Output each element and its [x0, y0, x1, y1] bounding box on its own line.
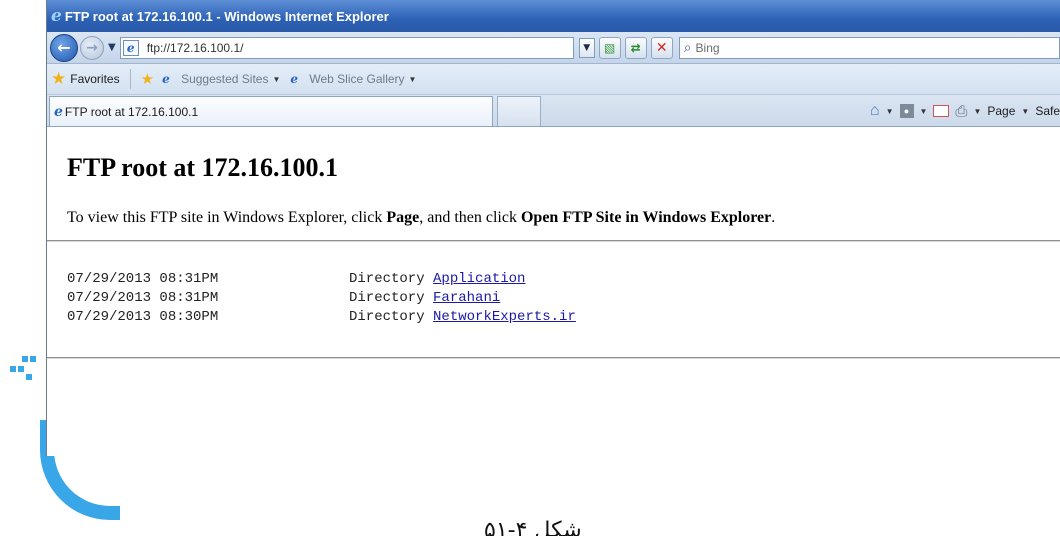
directory-link-networkexperts[interactable]: NetworkExperts.ir — [433, 308, 576, 327]
new-tab-button[interactable] — [497, 96, 541, 126]
address-dropdown-button[interactable]: ▼ — [578, 37, 595, 58]
list-item: 07/29/2013 08:31PM Directory Farahani — [67, 289, 1060, 308]
recent-pages-dropdown[interactable]: ▼ — [108, 42, 116, 53]
entry-timestamp: 07/29/2013 08:31PM — [67, 271, 219, 287]
home-icon[interactable]: ⌂ — [870, 102, 880, 120]
decorative-dots — [0, 352, 36, 402]
compatibility-view-button[interactable]: ▧ — [598, 36, 621, 59]
tab-ftp-root[interactable]: e FTP root at 172.16.100.1 — [49, 96, 493, 126]
back-button[interactable]: ← — [50, 33, 78, 62]
entry-type: Directory — [349, 271, 425, 287]
chevron-down-icon[interactable]: ▼ — [886, 107, 894, 116]
window-title: FTP root at 172.16.100.1 - Windows Inter… — [64, 8, 389, 24]
forward-button[interactable]: → — [80, 35, 104, 60]
instruction-bold-open-ftp: Open FTP Site in Windows Explorer — [520, 209, 772, 226]
command-bar: ⌂ ▼ ● ▼ ⎙ ▼ Page ▼ Safe — [870, 96, 1060, 126]
chevron-down-icon[interactable]: ▼ — [973, 107, 981, 116]
instruction-part: . — [771, 209, 776, 226]
tab-label: FTP root at 172.16.100.1 — [64, 104, 199, 119]
feeds-icon[interactable]: ● — [899, 104, 914, 118]
entry-type: Directory — [349, 290, 425, 306]
search-icon: ⌕ — [683, 39, 692, 55]
favorites-item-suggested-sites[interactable]: e Suggested Sites ▼ — [162, 72, 280, 87]
page-content: FTP root at 172.16.100.1 To view this FT… — [47, 153, 1060, 359]
instruction-bold-page: Page — [386, 209, 420, 226]
compatibility-icon: ▧ — [604, 40, 616, 55]
search-input[interactable]: ⌕ Bing — [678, 36, 1060, 59]
star-icon: ★ — [51, 69, 67, 88]
chevron-down-icon[interactable]: ▼ — [1021, 107, 1029, 116]
tab-row: e FTP root at 172.16.100.1 ⌂ ▼ ● ▼ ⎙ ▼ P… — [47, 95, 1060, 127]
favorites-button[interactable]: Favorites — [70, 72, 119, 86]
stop-button[interactable]: ✕ — [650, 36, 673, 59]
close-icon: ✕ — [655, 39, 668, 56]
entry-timestamp: 07/29/2013 08:31PM — [67, 290, 219, 306]
page-title: FTP root at 172.16.100.1 — [67, 153, 339, 182]
favorites-item-label: Web Slice Gallery — [309, 72, 405, 86]
ie-page-icon: e — [162, 71, 170, 86]
chevron-down-icon[interactable]: ▼ — [920, 107, 928, 116]
directory-listing: 07/29/2013 08:31PM Directory Application … — [67, 270, 1060, 327]
instruction-text: To view this FTP site in Windows Explore… — [67, 209, 1060, 227]
divider — [47, 240, 1060, 242]
figure-caption: شکل ۴-۵۱ — [484, 518, 582, 536]
browser-window: e FTP root at 172.16.100.1 - Windows Int… — [46, 0, 1060, 456]
favorites-bar: ★ Favorites ★ e Suggested Sites ▼ e Web … — [47, 64, 1060, 95]
instruction-part: To view this FTP site in Windows Explore… — [67, 209, 387, 226]
entry-type: Directory — [349, 309, 425, 325]
favorites-item-web-slice-gallery[interactable]: e Web Slice Gallery ▼ — [290, 72, 416, 87]
list-item: 07/29/2013 08:31PM Directory Application — [67, 270, 1060, 289]
chevron-down-icon: ▼ — [408, 74, 417, 84]
entry-timestamp: 07/29/2013 08:30PM — [67, 309, 219, 325]
forward-arrow-icon: → — [86, 39, 98, 56]
refresh-icon: ⇄ — [630, 40, 641, 55]
search-placeholder: Bing — [695, 40, 720, 55]
page-icon: e — [122, 39, 139, 56]
ie-logo-icon: e — [54, 103, 63, 120]
divider — [47, 357, 1060, 359]
back-arrow-icon: ← — [57, 38, 71, 57]
title-bar[interactable]: e FTP root at 172.16.100.1 - Windows Int… — [47, 0, 1060, 32]
refresh-button[interactable]: ⇄ — [624, 36, 647, 59]
ie-page-icon: e — [290, 71, 299, 86]
directory-link-farahani[interactable]: Farahani — [433, 289, 500, 308]
favorites-divider — [129, 69, 131, 89]
address-url: ftp://172.16.100.1/ — [146, 40, 244, 55]
read-mail-icon[interactable] — [933, 105, 950, 117]
chevron-down-icon: ▼ — [272, 74, 281, 84]
address-field[interactable]: e ftp://172.16.100.1/ — [119, 36, 574, 59]
safety-menu-button[interactable]: Safe — [1035, 104, 1060, 118]
add-to-favorites-icon[interactable]: ★ — [141, 70, 154, 88]
page-menu-button[interactable]: Page — [987, 104, 1015, 118]
instruction-part: , and then click — [419, 209, 521, 226]
directory-link-application[interactable]: Application — [433, 270, 525, 289]
ie-logo-icon: e — [51, 6, 62, 26]
chevron-down-icon: ▼ — [583, 42, 591, 53]
list-item: 07/29/2013 08:30PM Directory NetworkExper… — [67, 308, 1060, 327]
favorites-item-label: Suggested Sites — [181, 72, 269, 86]
address-row: ← → ▼ e ftp://172.16.100.1/ ▼ ▧ ⇄ ✕ ⌕ Bi… — [47, 32, 1060, 64]
print-icon[interactable]: ⎙ — [955, 103, 967, 120]
